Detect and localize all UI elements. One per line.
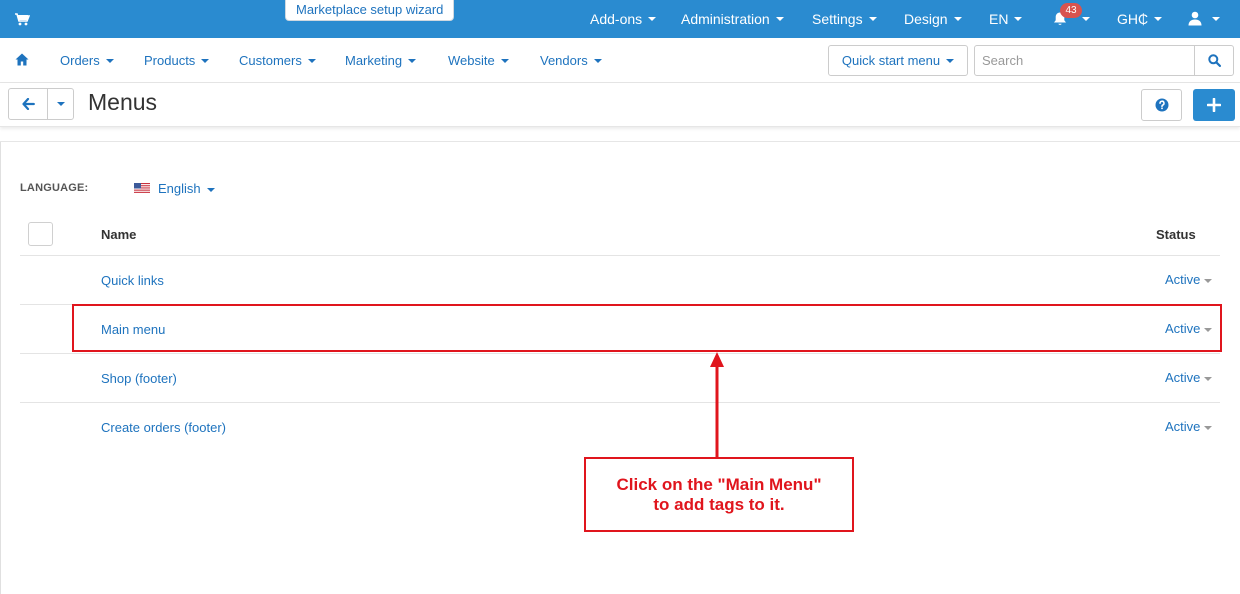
annotation-text: Click on the "Main Menu" [616, 474, 822, 494]
topnav-design[interactable]: Design [904, 0, 962, 38]
quick-start-menu-button[interactable]: Quick start menu [828, 45, 968, 76]
chevron-down-icon [500, 58, 509, 63]
chevron-down-icon [953, 17, 962, 21]
annotation-highlight-box [72, 304, 1222, 352]
row-divider [20, 402, 1220, 403]
search-button[interactable] [1194, 45, 1234, 76]
page-title: Menus [88, 89, 158, 115]
select-all-checkbox[interactable] [28, 222, 53, 246]
row-divider [20, 353, 1220, 354]
status-dropdown[interactable]: Active [1165, 370, 1213, 385]
search-icon [1207, 54, 1221, 67]
marketplace-setup-wizard-button[interactable]: Marketplace setup wizard [285, 0, 455, 21]
status-label: Active [1165, 419, 1201, 434]
chevron-down-icon[interactable] [1082, 17, 1090, 21]
nav-label: Customers [239, 53, 302, 68]
history-dropdown-button[interactable] [47, 88, 74, 120]
help-button[interactable] [1141, 89, 1182, 121]
language-selector[interactable]: English [158, 181, 215, 196]
topnav-administration[interactable]: Administration [681, 0, 784, 38]
topnav-label: GH₵ [1117, 11, 1149, 27]
nav-label: Marketing [345, 53, 403, 68]
chevron-down-icon [1204, 278, 1213, 283]
nav-marketing[interactable]: Marketing [345, 38, 417, 83]
us-flag-icon [134, 183, 150, 194]
topnav-label: EN [989, 11, 1009, 27]
status-label: Active [1165, 272, 1201, 287]
nav-label: Vendors [540, 53, 588, 68]
topnav-currency[interactable]: GH₵ [1117, 0, 1163, 38]
title-bar: Menus [0, 83, 1240, 127]
question-circle-icon [1155, 98, 1168, 112]
annotation-callout: Click on the "Main Menu" to add tags to … [584, 457, 854, 532]
add-menu-button[interactable] [1193, 89, 1235, 121]
chevron-down-icon [1154, 17, 1163, 21]
annotation-text: to add tags to it. [653, 494, 785, 514]
nav-label: Products [144, 53, 196, 68]
nav-website[interactable]: Website [448, 38, 509, 83]
chevron-down-icon [593, 58, 602, 63]
column-header-status: Status [1156, 227, 1196, 242]
status-dropdown[interactable]: Active [1165, 419, 1213, 434]
divider [0, 142, 1, 594]
arrow-left-icon [21, 98, 35, 110]
table-row-name-link[interactable]: Quick links [101, 273, 164, 288]
plus-icon [1207, 98, 1221, 112]
main-nav: Orders Products Customers Marketing Webs… [0, 38, 1240, 83]
topnav-settings[interactable]: Settings [812, 0, 877, 38]
annotation-arrow-icon [710, 352, 724, 458]
chevron-down-icon [1204, 425, 1213, 430]
topnav-label: Administration [681, 11, 770, 27]
row-divider [20, 255, 1220, 256]
chevron-down-icon [56, 102, 65, 106]
nav-orders[interactable]: Orders [60, 38, 114, 83]
topnav-label: Settings [812, 11, 863, 27]
top-bar: Marketplace setup wizard Add-ons Adminis… [0, 0, 1240, 38]
chevron-down-icon [648, 17, 657, 21]
chevron-down-icon [868, 17, 877, 21]
cart-icon[interactable] [14, 11, 30, 27]
topnav-label: Add-ons [590, 11, 643, 27]
chevron-down-icon [408, 58, 417, 63]
quick-start-label: Quick start menu [841, 53, 941, 68]
table-row-name-link[interactable]: Create orders (footer) [101, 420, 226, 435]
chevron-down-icon [105, 58, 114, 63]
divider [0, 141, 1240, 142]
status-label: Active [1165, 370, 1201, 385]
status-dropdown[interactable]: Active [1165, 272, 1213, 287]
chevron-down-icon [775, 17, 784, 21]
chevron-down-icon [307, 58, 316, 63]
language-label: LANGUAGE: [20, 182, 89, 194]
nav-label: Orders [60, 53, 100, 68]
chevron-down-icon[interactable] [1212, 17, 1220, 21]
chevron-down-icon [201, 58, 210, 63]
home-icon[interactable] [15, 53, 29, 66]
topnav-language[interactable]: EN [989, 0, 1023, 38]
back-button[interactable] [8, 88, 48, 120]
column-header-name: Name [101, 227, 137, 242]
notification-badge: 43 [1060, 3, 1082, 18]
topnav-label: Design [904, 11, 948, 27]
chevron-down-icon [1014, 17, 1023, 21]
topnav-add-ons[interactable]: Add-ons [590, 0, 657, 38]
nav-vendors[interactable]: Vendors [540, 38, 602, 83]
nav-customers[interactable]: Customers [239, 38, 316, 83]
language-value: English [158, 181, 201, 196]
chevron-down-icon [946, 58, 955, 63]
table-row-name-link[interactable]: Shop (footer) [101, 371, 177, 386]
user-icon[interactable] [1188, 11, 1202, 26]
nav-label: Website [448, 53, 495, 68]
chevron-down-icon [1204, 376, 1213, 381]
nav-products[interactable]: Products [144, 38, 210, 83]
chevron-down-icon [206, 187, 215, 192]
search-input[interactable] [974, 45, 1195, 76]
